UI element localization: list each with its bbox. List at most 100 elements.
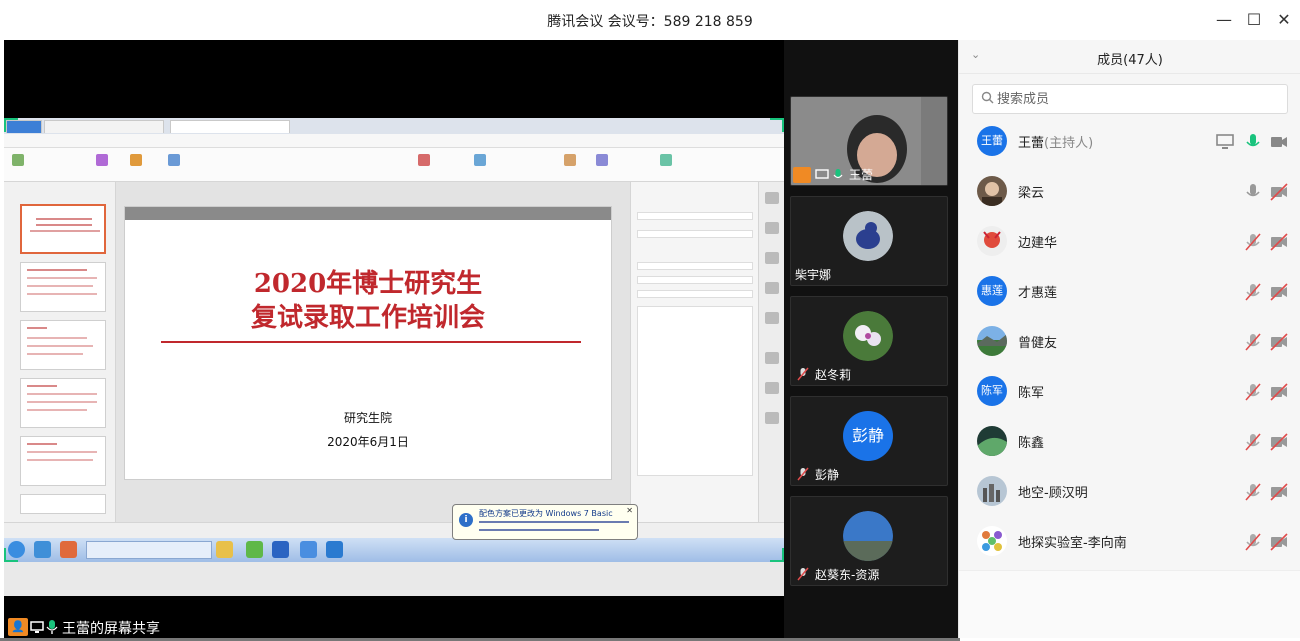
member-avatar xyxy=(977,526,1007,556)
minimize-button[interactable]: — xyxy=(1212,8,1236,32)
member-avatar xyxy=(977,476,1007,506)
window-icon xyxy=(300,541,317,558)
wps-tab-bar xyxy=(4,118,784,134)
participant-avatar xyxy=(843,211,893,261)
mic-icon xyxy=(833,169,843,179)
balloon-text-line xyxy=(479,521,629,523)
maximize-button[interactable]: ☐ xyxy=(1242,8,1266,32)
search-icon xyxy=(981,91,994,104)
member-search[interactable] xyxy=(972,84,1288,114)
taskbar-app xyxy=(86,541,212,559)
member-row[interactable]: 陈军 陈军 xyxy=(959,366,1300,416)
wps-tab-active xyxy=(170,120,290,133)
video-tile[interactable]: 柴宇娜 xyxy=(790,196,948,286)
slide-divider xyxy=(161,341,581,343)
member-row[interactable]: 曾健友 xyxy=(959,316,1300,366)
screen-share-icon[interactable] xyxy=(1215,132,1235,152)
custom-animation-pane xyxy=(630,182,758,522)
mic-muted-icon xyxy=(797,567,809,581)
mic-icon xyxy=(46,620,58,634)
video-tile[interactable]: 王蕾 xyxy=(790,96,948,186)
pane-field xyxy=(637,290,753,298)
screen-share-stage[interactable]: 2020年博士研究生 复试录取工作培训会 研究生院 2020年6月1日 i 配色… xyxy=(4,40,784,638)
member-row[interactable]: 边建华 xyxy=(959,216,1300,266)
mic-muted-icon[interactable] xyxy=(1243,282,1263,302)
ie-icon xyxy=(34,541,51,558)
mic-icon[interactable] xyxy=(1243,182,1263,202)
user-icon xyxy=(793,167,811,183)
camera-off-icon[interactable] xyxy=(1269,232,1289,252)
member-row[interactable]: 地探实验室-李向南 xyxy=(959,516,1300,566)
slide-thumbnail xyxy=(20,494,106,514)
members-panel-footer xyxy=(959,570,1300,638)
member-avatar: 陈军 xyxy=(977,376,1007,406)
balloon-text-line xyxy=(479,529,599,531)
wps-status-bar xyxy=(4,522,784,538)
camera-off-icon[interactable] xyxy=(1269,382,1289,402)
slide-thumbnails xyxy=(4,182,116,522)
meeting-title: 腾讯会议 会议号：589 218 859 xyxy=(547,14,753,30)
slide-title-line2: 复试录取工作培训会 xyxy=(250,303,485,333)
mic-muted-icon[interactable] xyxy=(1243,432,1263,452)
mic-muted-icon[interactable] xyxy=(1243,332,1263,352)
mic-icon[interactable] xyxy=(1243,132,1263,152)
close-button[interactable]: ✕ xyxy=(1272,8,1296,32)
wps-ribbon xyxy=(4,148,784,182)
member-row[interactable]: 惠莲 才惠莲 xyxy=(959,266,1300,316)
mic-muted-icon xyxy=(797,367,809,381)
camera-off-icon[interactable] xyxy=(1269,282,1289,302)
user-icon: 👤 xyxy=(8,618,28,636)
participant-name: 柴宇娜 xyxy=(795,268,832,282)
camera-off-icon[interactable] xyxy=(1269,482,1289,502)
participant-name: 彭静 xyxy=(815,468,840,482)
slide-header-bar xyxy=(125,207,611,220)
camera-off-icon[interactable] xyxy=(1269,332,1289,352)
member-name: 地探实验室-李向南 xyxy=(1018,536,1127,551)
participant-avatar: 彭静 xyxy=(843,411,893,461)
member-avatar xyxy=(977,176,1007,206)
member-row[interactable]: 陈鑫 xyxy=(959,416,1300,466)
participant-name: 王蕾 xyxy=(849,168,874,182)
window-titlebar: 腾讯会议 会议号：589 218 859 — ☐ ✕ xyxy=(0,0,1300,40)
ribbon-icon xyxy=(474,154,486,166)
video-tile[interactable]: 赵葵东-资源 xyxy=(790,496,948,586)
member-name: 王蕾(主持人) xyxy=(1018,136,1094,151)
member-row[interactable]: 王蕾 王蕾(主持人) xyxy=(959,116,1300,166)
share-frame-corner xyxy=(4,118,18,132)
mic-muted-icon[interactable] xyxy=(1243,482,1263,502)
camera-icon[interactable] xyxy=(1269,132,1289,152)
word-icon xyxy=(272,541,289,558)
pane-field xyxy=(637,230,753,238)
screen-share-icon xyxy=(815,169,829,179)
video-tile[interactable]: 赵冬莉 xyxy=(790,296,948,386)
share-frame-corner xyxy=(770,548,784,562)
search-input[interactable] xyxy=(997,90,1277,108)
mic-muted-icon xyxy=(797,467,809,481)
member-avatar xyxy=(977,326,1007,356)
members-panel: ⌄ 成员(47人) 王蕾 王蕾(主持人) 梁云 边建华 惠莲 才惠莲 曾健友 xyxy=(958,40,1300,638)
slide-thumbnail xyxy=(20,378,106,428)
camera-off-icon[interactable] xyxy=(1269,432,1289,452)
member-avatar xyxy=(977,426,1007,456)
participant-avatar xyxy=(843,311,893,361)
pane-field xyxy=(637,212,753,220)
member-row[interactable]: 梁云 xyxy=(959,166,1300,216)
member-avatar: 王蕾 xyxy=(977,126,1007,156)
pane-field xyxy=(637,276,753,284)
slide-organization: 研究生院 xyxy=(343,411,392,425)
member-row[interactable]: 地空-顾汉明 xyxy=(959,466,1300,516)
video-tile[interactable]: 彭静 彭静 xyxy=(790,396,948,486)
current-slide: 2020年博士研究生 复试录取工作培训会 研究生院 2020年6月1日 xyxy=(124,206,612,480)
camera-off-icon[interactable] xyxy=(1269,532,1289,552)
mic-muted-icon[interactable] xyxy=(1243,532,1263,552)
member-name: 陈鑫 xyxy=(1018,436,1045,451)
screen-share-icon xyxy=(30,621,44,633)
balloon-close-icon[interactable]: ✕ xyxy=(626,506,633,515)
share-frame-corner xyxy=(4,548,18,562)
share-label: 王蕾的屏幕共享 xyxy=(62,621,160,637)
share-indicator: 👤 王蕾的屏幕共享 xyxy=(4,616,204,638)
mic-muted-icon[interactable] xyxy=(1243,382,1263,402)
members-count-title: 成员(47人) xyxy=(1097,53,1163,68)
camera-off-icon[interactable] xyxy=(1269,182,1289,202)
mic-muted-icon[interactable] xyxy=(1243,232,1263,252)
